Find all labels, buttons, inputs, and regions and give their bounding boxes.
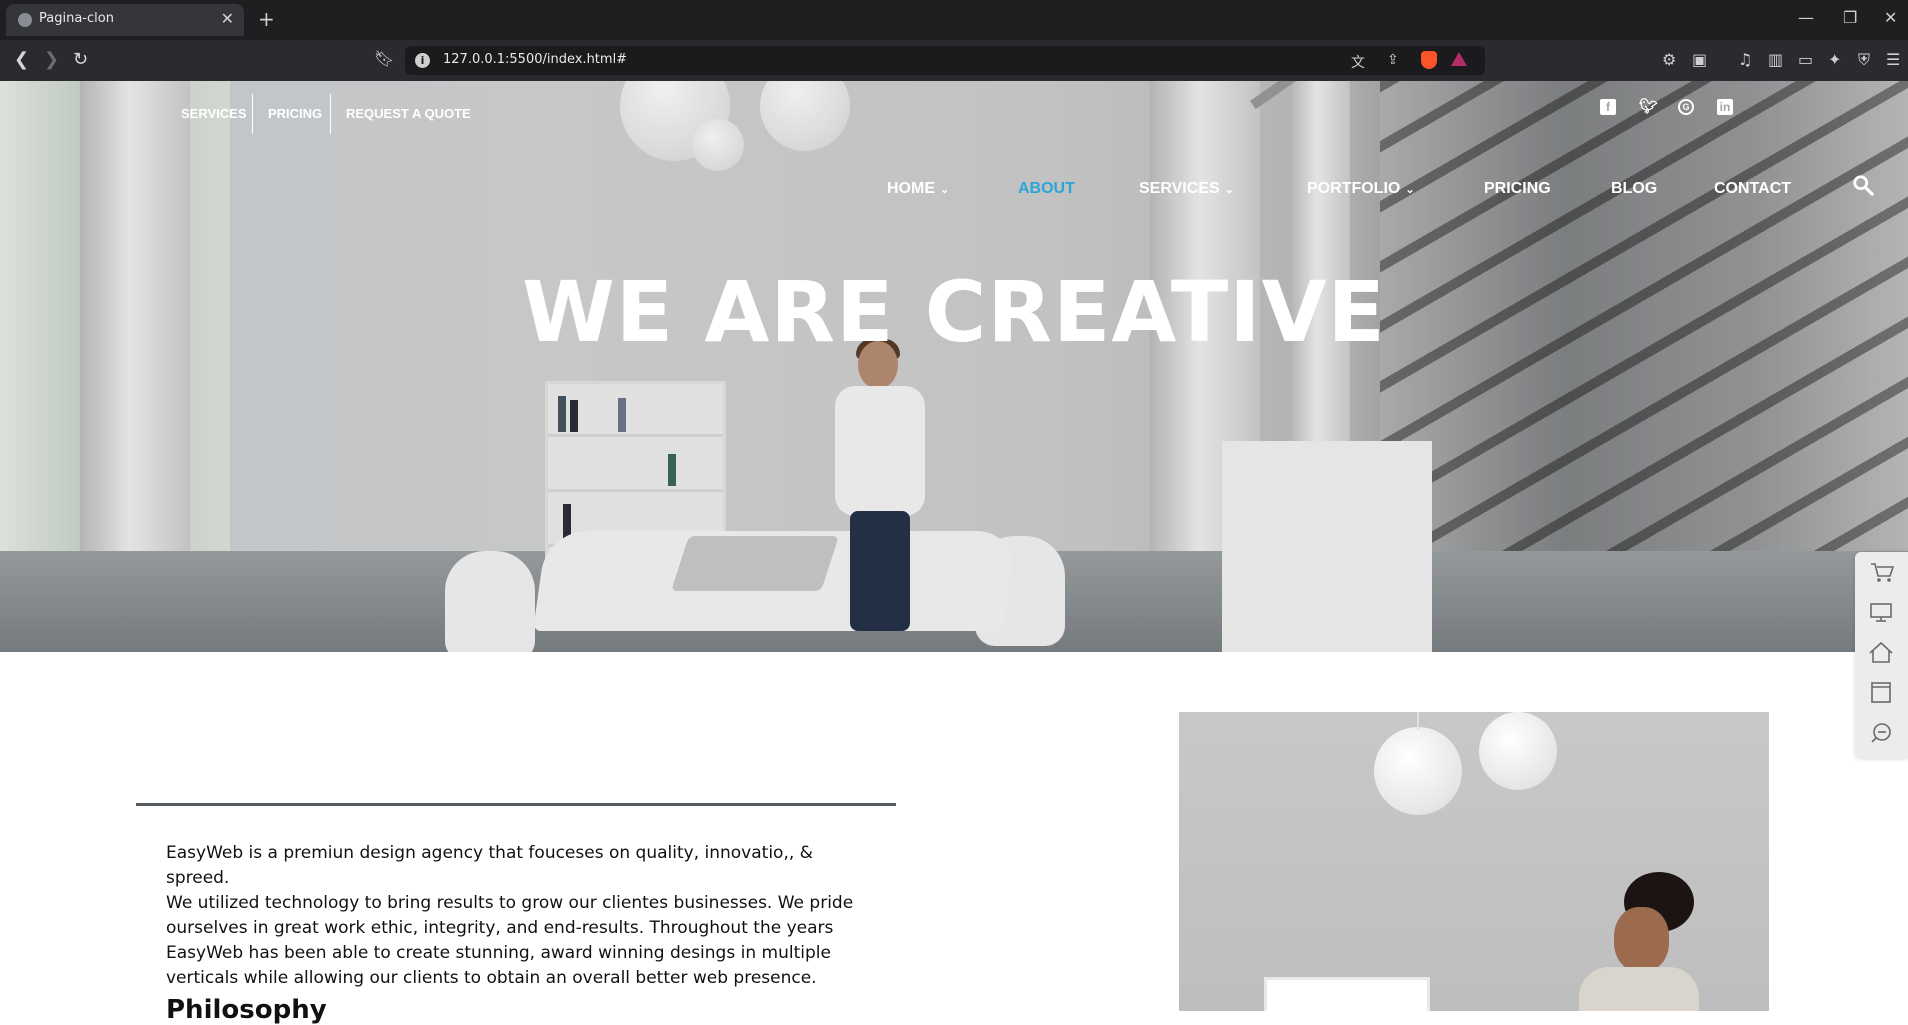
nav-blog[interactable]: BLOG — [1611, 180, 1657, 198]
site-info-icon[interactable]: i — [415, 53, 430, 68]
twitter-icon[interactable]: 🐦︎ — [1639, 99, 1658, 115]
wallet-icon[interactable]: ▭ — [1798, 50, 1813, 69]
divider — [252, 94, 253, 134]
address-bar[interactable]: i 127.0.0.1:5500/index.html# 文 ⇪ — [405, 46, 1485, 75]
sidebar-icon[interactable]: ▥ — [1768, 50, 1783, 69]
about-line: EasyWeb is a premiun design agency that … — [166, 843, 813, 888]
top-link-services[interactable]: SERVICES — [181, 106, 247, 121]
top-link-pricing[interactable]: PRICING — [268, 106, 322, 121]
google-plus-icon[interactable]: G — [1678, 99, 1694, 115]
nav-about[interactable]: ABOUT — [1018, 180, 1075, 198]
share-icon[interactable]: ⇪ — [1387, 52, 1399, 68]
section-divider — [136, 803, 896, 806]
nav-pricing[interactable]: PRICING — [1484, 180, 1551, 198]
reload-icon[interactable]: ↻ — [73, 49, 88, 70]
new-tab-button[interactable]: + — [258, 7, 275, 31]
url-text[interactable]: 127.0.0.1:5500/index.html# — [443, 52, 627, 67]
close-window-icon[interactable]: ✕ — [1884, 8, 1897, 27]
nav-services-label: SERVICES — [1139, 180, 1220, 197]
monitor-icon[interactable] — [1855, 592, 1908, 632]
about-line: We utilized technology to bring results … — [166, 893, 854, 913]
chevron-down-icon: ⌄ — [940, 184, 950, 196]
back-icon[interactable]: ❮ — [14, 49, 29, 70]
globe-icon — [18, 13, 32, 27]
tab-close-icon[interactable]: ✕ — [221, 9, 234, 28]
chevron-down-icon: ⌄ — [1224, 184, 1234, 196]
menu-icon[interactable]: ☰ — [1886, 50, 1900, 69]
nav-services[interactable]: SERVICES ⌄ — [1139, 180, 1234, 198]
browser-tab-bar: Pagina-clon ✕ + — ❐ ✕ — [0, 0, 1908, 40]
hero-title: WE ARE CREATIVE — [522, 263, 1386, 361]
divider — [330, 94, 331, 134]
side-dock — [1855, 552, 1908, 759]
screenshot-icon[interactable]: ▣ — [1692, 50, 1707, 69]
about-image — [1179, 712, 1769, 1011]
nav-portfolio-label: PORTFOLIO — [1307, 180, 1401, 197]
tab-title: Pagina-clon — [39, 11, 114, 26]
forward-icon[interactable]: ❯ — [44, 49, 59, 70]
about-paragraph: EasyWeb is a premiun design agency that … — [166, 841, 866, 991]
philosophy-heading: Philosophy — [166, 995, 327, 1025]
chevron-down-icon: ⌄ — [1405, 184, 1415, 196]
archive-icon[interactable] — [1855, 672, 1908, 712]
extensions-icon[interactable]: ⚙ — [1662, 50, 1676, 69]
restore-icon[interactable]: ❐ — [1843, 8, 1857, 27]
bookmark-icon[interactable]: 🔖︎ — [374, 49, 394, 68]
search-icon[interactable] — [1852, 174, 1874, 196]
nav-home-label: HOME — [887, 180, 935, 197]
facebook-icon[interactable]: f — [1600, 99, 1616, 115]
about-line: EasyWeb has been able to create stunning… — [166, 943, 831, 963]
brave-shields-icon[interactable] — [1421, 51, 1437, 69]
about-line: verticals while allowing our clients to … — [166, 968, 817, 988]
support-icon[interactable] — [1855, 712, 1908, 752]
leo-ai-icon[interactable]: ✦ — [1828, 50, 1841, 69]
nav-home[interactable]: HOME ⌄ — [887, 180, 949, 198]
hero-section: SERVICES PRICING REQUEST A QUOTE f 🐦︎ G … — [0, 81, 1908, 652]
browser-tab[interactable]: Pagina-clon ✕ — [6, 4, 244, 36]
about-line: ourselves in great work ethic, integrity… — [166, 918, 834, 938]
browser-toolbar: ❮ ❯ ↻ 🔖︎ i 127.0.0.1:5500/index.html# 文 … — [0, 40, 1908, 81]
vpn-icon[interactable]: ⛨ — [1858, 50, 1870, 70]
media-icon[interactable]: ♫ — [1738, 50, 1752, 69]
about-person — [1579, 872, 1699, 1011]
nav-portfolio[interactable]: PORTFOLIO ⌄ — [1307, 180, 1415, 198]
cart-icon[interactable] — [1855, 552, 1908, 592]
home-icon[interactable] — [1855, 632, 1908, 672]
translate-icon[interactable]: 文 — [1351, 52, 1365, 72]
nav-contact[interactable]: CONTACT — [1714, 180, 1791, 198]
minimize-icon[interactable]: — — [1798, 8, 1814, 27]
linkedin-icon[interactable]: in — [1717, 99, 1733, 115]
brave-rewards-icon[interactable] — [1451, 52, 1467, 66]
top-link-request-quote[interactable]: REQUEST A QUOTE — [346, 106, 471, 121]
